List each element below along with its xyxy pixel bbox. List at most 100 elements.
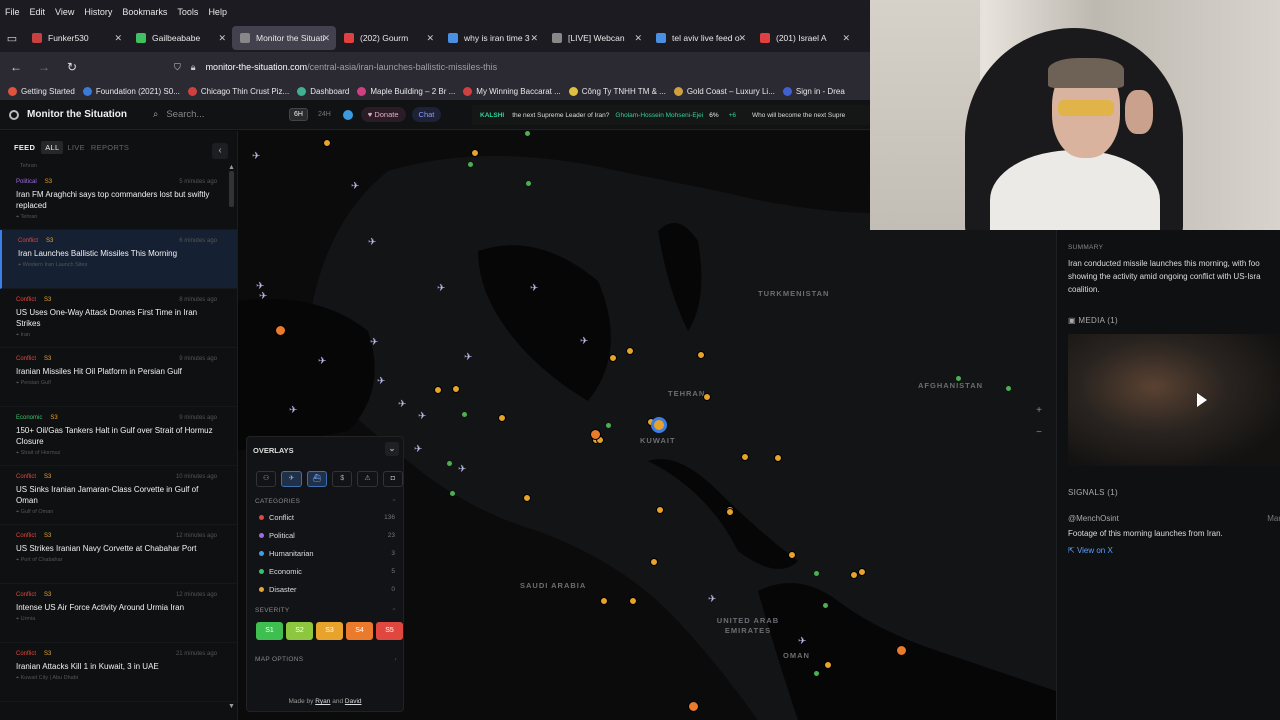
bookmark-item[interactable]: Maple Building – 2 Br ... [357,86,455,96]
categories-section[interactable]: CATEGORIES ⌃ [247,498,403,506]
fire-marker[interactable] [688,701,699,712]
bookmark-item[interactable]: Foundation (2021) S0... [82,86,180,96]
aircraft-icon[interactable]: ✈ [580,336,588,347]
event-marker[interactable] [703,393,711,401]
severity-s4-button[interactable]: S4 [346,622,373,640]
browser-tab[interactable]: [LIVE] Webcan ✕ [544,26,648,50]
telegram-icon[interactable] [342,109,353,120]
camera-icon[interactable]: ◘ [382,471,403,487]
menu-history[interactable]: History [79,7,117,17]
bookmark-item[interactable]: Getting Started [8,86,75,96]
market-ticker[interactable]: KALSHI the next Supreme Leader of Iran? … [472,105,870,125]
feed-item[interactable]: Political S3 5 minutes ago Iran FM Araghchi… [0,171,237,230]
close-icon[interactable]: ✕ [426,33,434,44]
event-marker[interactable] [814,671,819,676]
event-marker[interactable] [1006,386,1011,391]
event-marker[interactable] [606,423,611,428]
event-marker[interactable] [858,568,866,576]
event-marker[interactable] [447,461,452,466]
aircraft-icon[interactable]: ✈ [281,471,302,487]
aircraft-icon[interactable]: ✈ [289,405,297,416]
chevron-down-icon[interactable]: ⌄ [385,442,399,456]
feed-item[interactable]: Conflict S3 12 minutes ago US Strikes Irani… [0,525,237,584]
severity-s5-button[interactable]: S5 [376,622,403,640]
tab-reports[interactable]: REPORTS [91,143,129,152]
event-marker[interactable] [498,414,506,422]
event-marker[interactable] [741,453,749,461]
category-filter-conflict[interactable]: Conflict 136 [247,508,403,526]
menu-tools[interactable]: Tools [172,7,203,17]
scroll-up-icon[interactable]: ▲ [228,164,235,171]
menu-bookmarks[interactable]: Bookmarks [117,7,172,17]
bookmark-item[interactable]: My Winning Baccarat ... [463,86,561,96]
bookmark-item[interactable]: Chicago Thin Crust Piz... [187,86,289,96]
event-marker[interactable] [452,385,460,393]
collapse-sidebar-button[interactable]: ‹ [212,143,228,159]
menu-edit[interactable]: Edit [25,7,51,17]
feed-item[interactable]: Conflict S3 21 minutes ago Iranian Attacks … [0,643,237,702]
donate-button[interactable]: ♥ Donate [360,107,406,122]
aircraft-icon[interactable]: ✈ [368,237,376,248]
event-marker[interactable] [726,508,734,516]
aircraft-icon[interactable]: ✈ [370,337,378,348]
range-24h-button[interactable]: 24H [314,109,335,120]
category-filter-humanitarian[interactable]: Humanitarian 3 [247,544,403,562]
event-marker[interactable] [650,558,658,566]
close-icon[interactable]: ✕ [530,33,538,44]
bookmark-item[interactable]: Sign in - Drea [782,86,845,96]
category-filter-disaster[interactable]: Disaster 0 [247,580,403,598]
event-marker[interactable] [600,597,608,605]
severity-s1-button[interactable]: S1 [256,622,283,640]
bookmark-item[interactable]: Dashboard [297,86,349,96]
fire-marker[interactable] [590,429,601,440]
tab-all[interactable]: ALL [41,140,64,154]
event-marker[interactable] [814,571,819,576]
browser-tab[interactable]: tel aviv live feed o ✕ [648,26,752,50]
aircraft-icon[interactable]: ✈ [458,464,466,475]
overlays-header[interactable]: OVERLAYS ⌄ [247,437,403,463]
map-options-section[interactable]: MAP OPTIONS › [247,656,403,663]
event-marker[interactable] [850,571,858,579]
event-marker[interactable] [471,149,479,157]
warning-icon[interactable]: ⚠ [357,471,378,487]
play-icon[interactable] [1194,393,1208,407]
category-filter-political[interactable]: Political 23 [247,526,403,544]
browser-tab[interactable]: Funker530 ✕ [24,26,128,50]
menu-help[interactable]: Help [203,7,232,17]
aircraft-icon[interactable]: ✈ [798,636,806,647]
event-marker[interactable] [609,354,617,362]
aircraft-icon[interactable]: ✈ [259,291,267,302]
ship-icon[interactable]: ⛴ [306,471,327,487]
feed-item[interactable]: Economic S3 9 minutes ago 150+ Oil/Gas Tank… [0,407,237,466]
aircraft-icon[interactable]: ✈ [318,356,326,367]
aircraft-icon[interactable]: ✈ [708,594,716,605]
media-video[interactable] [1068,334,1280,466]
close-icon[interactable]: ✕ [842,33,850,44]
aircraft-icon[interactable]: ✈ [252,151,260,162]
browser-tab[interactable]: (202) Gourm ✕ [336,26,440,50]
browser-tab[interactable]: (201) Israel A ✕ [752,26,856,50]
fire-marker[interactable] [896,645,907,656]
tab-live[interactable]: LIVE [67,143,84,152]
menu-file[interactable]: File [0,7,25,17]
event-marker[interactable] [824,661,832,669]
feed-item[interactable]: Conflict S3 9 minutes ago Iranian Missiles … [0,348,237,407]
aircraft-icon[interactable]: ✈ [398,399,406,410]
scroll-down-icon[interactable]: ▼ [228,703,235,710]
feed-item[interactable]: Conflict S3 8 minutes ago US Uses One-Way A… [0,289,237,348]
browser-tab[interactable]: Monitor the Situati ✕ [232,26,336,50]
event-marker[interactable] [697,351,705,359]
event-marker[interactable] [323,139,331,147]
severity-s2-button[interactable]: S2 [286,622,313,640]
view-on-x-link[interactable]: ⇱ View on X [1068,546,1280,555]
feed-item[interactable]: Conflict S3 10 minutes ago US Sinks Iranian… [0,466,237,525]
event-marker[interactable] [788,551,796,559]
browser-tab[interactable]: why is iran time 3 ✕ [440,26,544,50]
reload-icon[interactable]: ↻ [60,60,84,74]
event-marker[interactable] [526,181,531,186]
event-marker[interactable] [656,506,664,514]
event-marker[interactable] [774,454,782,462]
event-marker[interactable] [462,412,467,417]
search-input[interactable]: Search... [166,109,204,120]
aircraft-icon[interactable]: ✈ [414,444,422,455]
